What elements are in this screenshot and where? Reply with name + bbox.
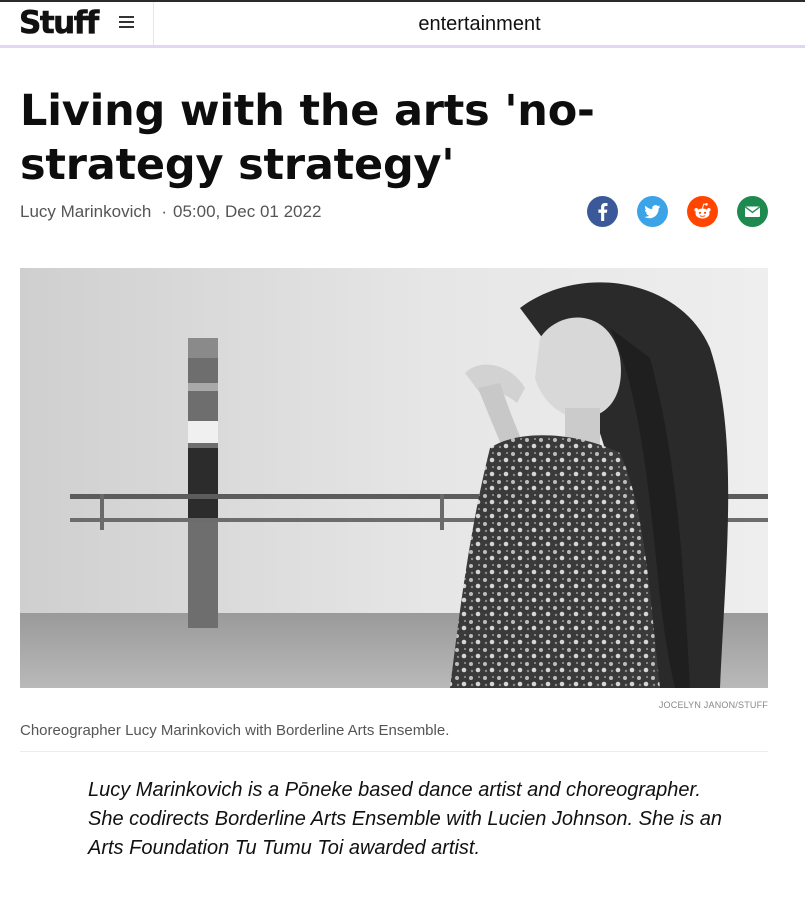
site-header: Stuff entertainment bbox=[0, 0, 805, 48]
caption-divider bbox=[20, 751, 768, 752]
email-icon bbox=[744, 206, 761, 217]
reddit-share-button[interactable] bbox=[687, 196, 718, 227]
email-share-button[interactable] bbox=[737, 196, 768, 227]
dancer-photo bbox=[20, 268, 768, 688]
section-title[interactable]: entertainment bbox=[154, 13, 805, 36]
article-hero-image[interactable] bbox=[20, 268, 768, 688]
article-intro: Lucy Marinkovich is a Pōneke based dance… bbox=[88, 779, 723, 859]
brand-area: Stuff bbox=[0, 2, 154, 45]
byline: Lucy Marinkovich · 05:00, Dec 01 2022 bbox=[20, 202, 321, 222]
byline-separator: · bbox=[161, 202, 167, 221]
author-name[interactable]: Lucy Marinkovich bbox=[20, 202, 151, 221]
facebook-share-button[interactable] bbox=[587, 196, 618, 227]
twitter-icon bbox=[644, 205, 661, 219]
hamburger-menu-icon[interactable] bbox=[118, 13, 136, 31]
article-headline: Living with the arts 'no-strategy strate… bbox=[20, 86, 595, 190]
facebook-icon bbox=[598, 203, 608, 221]
stuff-logo[interactable]: Stuff bbox=[19, 5, 100, 42]
reddit-icon bbox=[694, 203, 711, 219]
image-caption: Choreographer Lucy Marinkovich with Bord… bbox=[20, 722, 450, 739]
image-credit: JOCELYN JANON/STUFF bbox=[658, 700, 768, 710]
twitter-share-button[interactable] bbox=[637, 196, 668, 227]
publish-time: 05:00, Dec 01 2022 bbox=[173, 202, 322, 221]
